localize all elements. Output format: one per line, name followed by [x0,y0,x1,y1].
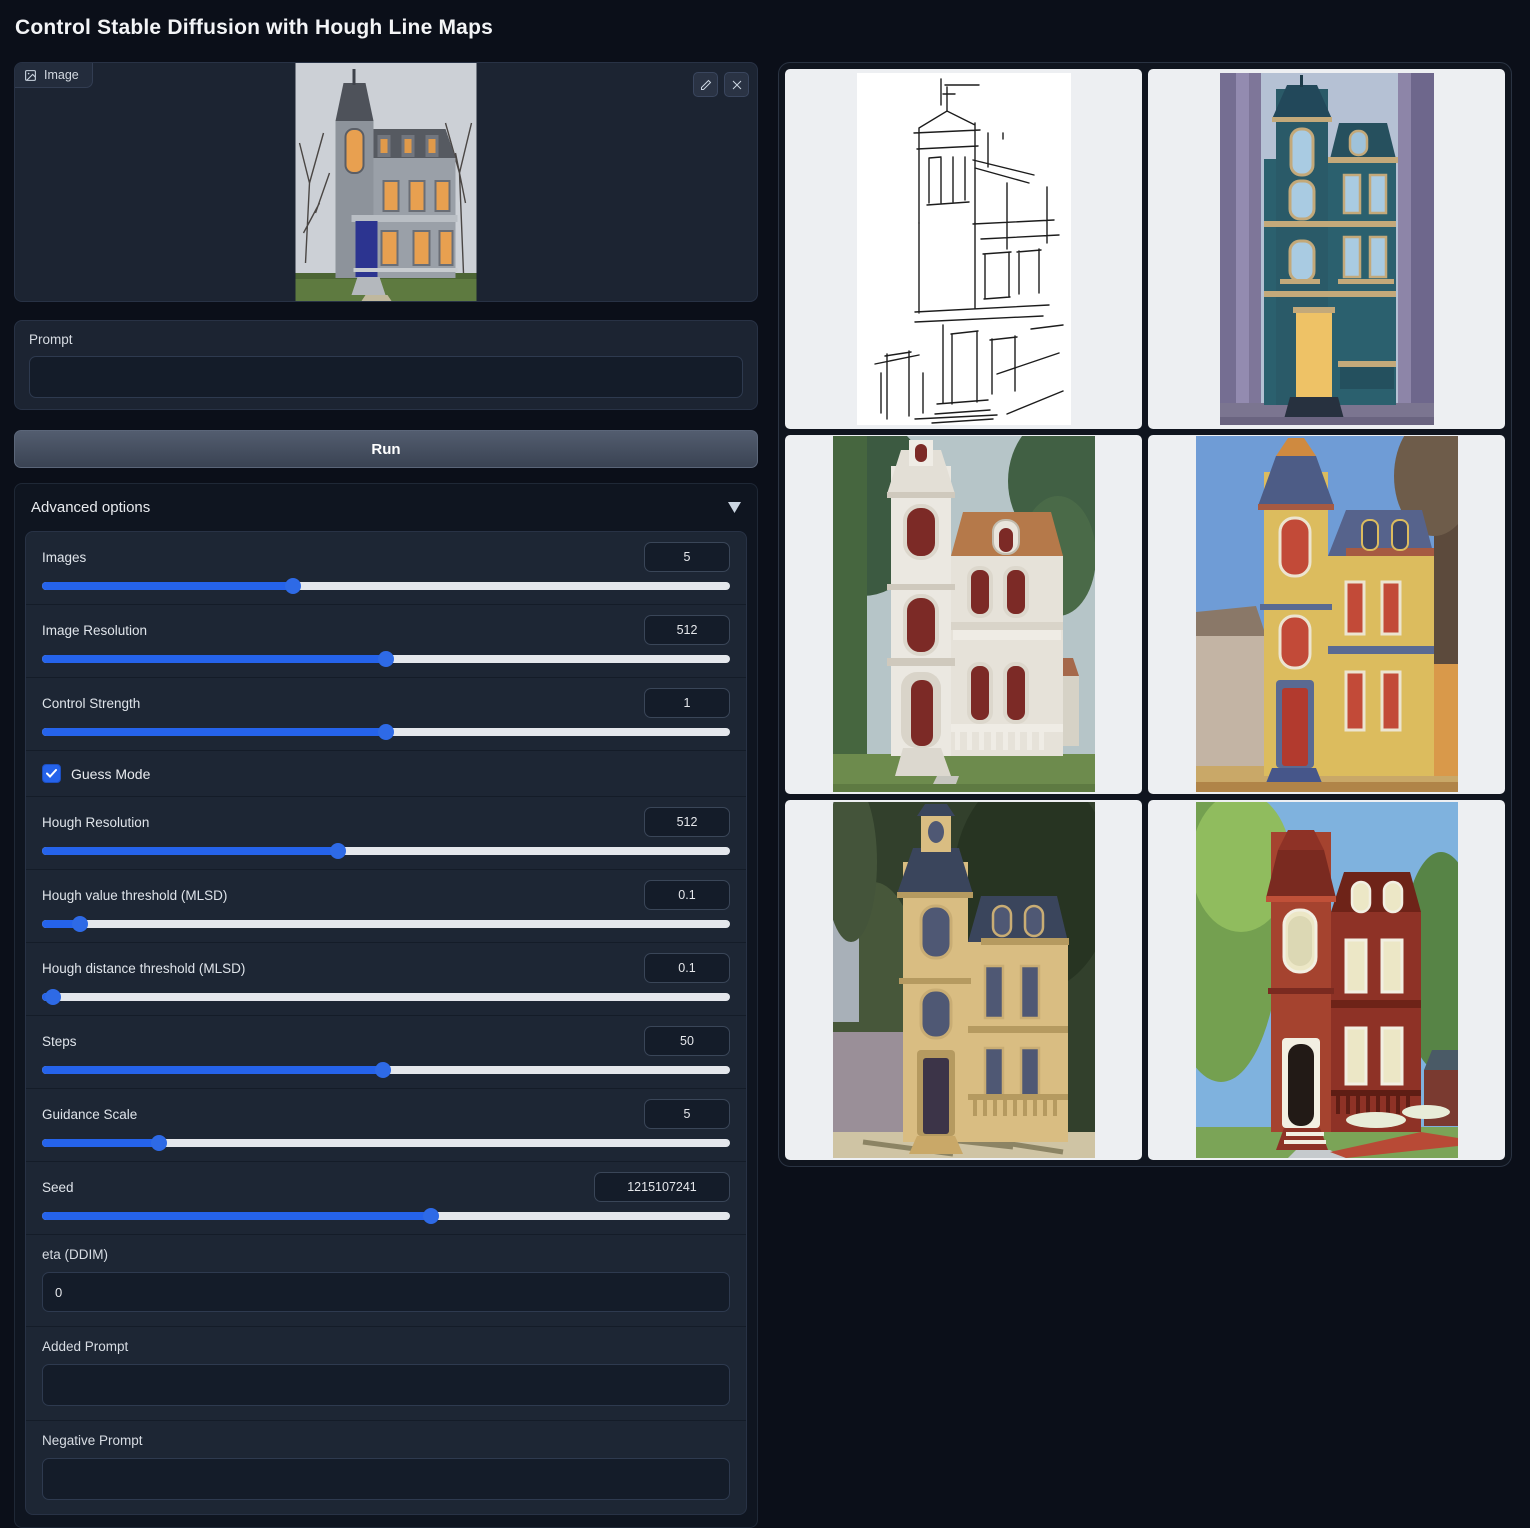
slider-track[interactable] [42,1066,730,1074]
slider-handle[interactable] [378,651,394,667]
slider-row-seed: Seed [26,1161,746,1234]
added-prompt-row: Added Prompt [26,1326,746,1420]
checkmark-icon [46,769,57,778]
gold-victorian-image [833,802,1095,1158]
uploaded-house-photo [296,63,477,301]
slider-label: Seed [42,1180,74,1195]
advanced-options-accordion: Advanced options Images Image Resolution [14,483,758,1528]
slider-row-steps: Steps [26,1015,746,1088]
guess-mode-row: Guess Mode [26,750,746,796]
slider-handle[interactable] [330,843,346,859]
slider-track[interactable] [42,655,730,663]
slider-label: Guidance Scale [42,1107,137,1122]
slider-value-input[interactable] [644,542,730,572]
eta-label: eta (DDIM) [42,1247,730,1262]
slider-value-input[interactable] [644,615,730,645]
prompt-label: Prompt [29,332,743,347]
slider-value-input[interactable] [644,807,730,837]
white-victorian-image [833,436,1095,792]
edit-pencil-icon [700,79,712,91]
slider-handle[interactable] [375,1062,391,1078]
slider-label: Images [42,550,86,565]
slider-label: Control Strength [42,696,140,711]
slider-row-images: Images [26,532,746,604]
slider-value-input[interactable] [644,1026,730,1056]
slider-label: Hough Resolution [42,815,149,830]
slider-label: Image Resolution [42,623,147,638]
gallery-item-hough-line-map[interactable] [785,69,1142,429]
slider-value-input[interactable] [594,1172,730,1202]
slider-track[interactable] [42,847,730,855]
teal-victorian-image [1220,73,1434,425]
slider-row-hough-distance-threshold: Hough distance threshold (MLSD) [26,942,746,1015]
slider-track[interactable] [42,1139,730,1147]
advanced-options-title: Advanced options [31,499,150,516]
eta-input[interactable] [42,1272,730,1312]
gallery-item-gold-victorian[interactable] [785,800,1142,1160]
guess-mode-checkbox[interactable] [42,764,61,783]
slider-row-guidance-scale: Guidance Scale [26,1088,746,1161]
slider-row-image-resolution: Image Resolution [26,604,746,677]
chevron-down-icon [728,502,741,513]
added-prompt-input[interactable] [42,1364,730,1406]
slider-handle[interactable] [285,578,301,594]
close-icon [731,79,743,91]
gallery-item-yellow-victorian[interactable] [1148,435,1505,795]
slider-value-input[interactable] [644,688,730,718]
slider-row-hough-value-threshold: Hough value threshold (MLSD) [26,869,746,942]
slider-value-input[interactable] [644,953,730,983]
edit-image-button[interactable] [693,72,718,97]
slider-handle[interactable] [378,724,394,740]
image-input-panel[interactable]: Image [14,62,758,302]
slider-track[interactable] [42,993,730,1001]
gallery-item-red-brick-victorian[interactable] [1148,800,1505,1160]
negative-prompt-label: Negative Prompt [42,1433,730,1448]
slider-handle[interactable] [45,989,61,1005]
run-button[interactable]: Run [14,430,758,468]
controls-column: Image [14,62,758,1528]
slider-handle[interactable] [423,1208,439,1224]
guess-mode-label: Guess Mode [71,766,150,782]
slider-row-control-strength: Control Strength [26,677,746,750]
output-gallery [778,62,1512,1167]
image-label: Image [44,68,79,82]
slider-row-hough-resolution: Hough Resolution [26,796,746,869]
image-icon [24,69,37,82]
slider-track[interactable] [42,728,730,736]
eta-row: eta (DDIM) [26,1234,746,1326]
gallery-item-teal-victorian[interactable] [1148,69,1505,429]
slider-track[interactable] [42,1212,730,1220]
slider-handle[interactable] [151,1135,167,1151]
red-brick-victorian-image [1196,802,1458,1158]
gallery-item-white-victorian[interactable] [785,435,1142,795]
advanced-options-header[interactable]: Advanced options [15,484,757,531]
clear-image-button[interactable] [724,72,749,97]
slider-label: Hough value threshold (MLSD) [42,888,227,903]
page-title: Control Stable Diffusion with Hough Line… [15,16,493,40]
advanced-options-form: Images Image Resolution Control Strength [25,531,747,1515]
slider-label: Hough distance threshold (MLSD) [42,961,245,976]
prompt-input[interactable] [29,356,743,398]
slider-handle[interactable] [72,916,88,932]
image-label-badge: Image [15,63,93,88]
prompt-block: Prompt [14,320,758,410]
added-prompt-label: Added Prompt [42,1339,730,1354]
negative-prompt-row: Negative Prompt [26,1420,746,1514]
slider-value-input[interactable] [644,880,730,910]
hough-line-map-image [857,73,1071,425]
negative-prompt-input[interactable] [42,1458,730,1500]
slider-value-input[interactable] [644,1099,730,1129]
slider-track[interactable] [42,582,730,590]
slider-track[interactable] [42,920,730,928]
yellow-victorian-image [1196,436,1458,792]
slider-label: Steps [42,1034,77,1049]
